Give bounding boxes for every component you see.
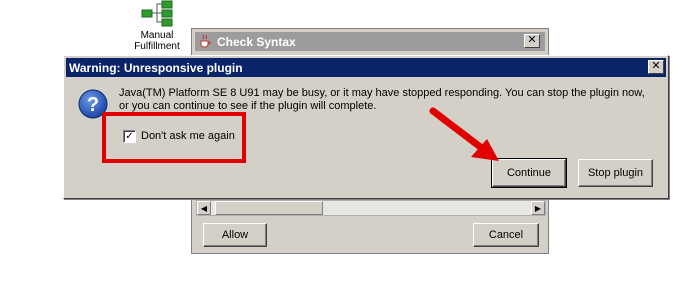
svg-text:?: ?	[87, 94, 99, 116]
check-syntax-title: Check Syntax	[217, 35, 296, 49]
highlight-box	[102, 112, 246, 163]
close-icon[interactable]: ✕	[524, 34, 540, 48]
java-cup-icon	[200, 34, 211, 48]
node-label: Manual Fulfillment	[134, 30, 180, 52]
allow-button[interactable]: Allow	[203, 223, 267, 247]
stop-plugin-button[interactable]: Stop plugin	[578, 159, 653, 187]
close-icon[interactable]: ✕	[648, 60, 664, 74]
warning-message: Java(TM) Platform SE 8 U91 may be busy, …	[119, 87, 645, 112]
cancel-button[interactable]: Cancel	[473, 223, 539, 247]
workflow-tree-icon	[141, 0, 173, 27]
horizontal-scrollbar[interactable]: ◀ ▶	[196, 200, 546, 216]
scroll-right-icon[interactable]: ▶	[531, 201, 545, 215]
scroll-left-icon[interactable]: ◀	[197, 201, 211, 215]
scrollbar-thumb[interactable]	[215, 201, 323, 215]
warning-titlebar[interactable]: Warning: Unresponsive plugin ✕	[66, 58, 666, 77]
warning-title: Warning: Unresponsive plugin	[69, 61, 243, 75]
red-arrow-icon	[429, 107, 499, 161]
check-syntax-titlebar[interactable]: Check Syntax ✕	[195, 32, 545, 51]
